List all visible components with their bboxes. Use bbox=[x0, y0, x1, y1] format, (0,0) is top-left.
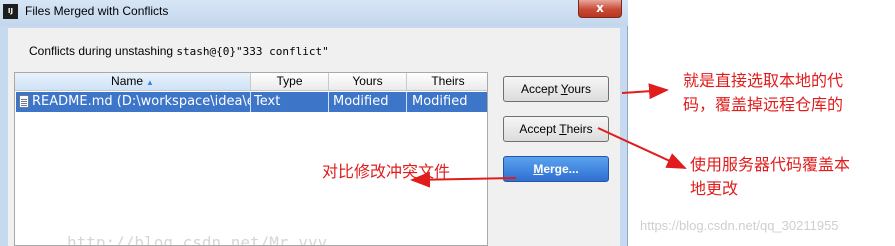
accept-theirs-note-line2: 地更改 bbox=[690, 179, 739, 198]
accept-yours-note-line2: 码，覆盖掉远程仓库的 bbox=[683, 95, 844, 114]
corner-watermark: https://blog.csdn.net/qq_30211955 bbox=[640, 218, 839, 233]
accept-yours-note-line1: 就是直接选取本地的代 bbox=[683, 71, 844, 90]
accept-theirs-note: 使用服务器代码覆盖本 地更改 bbox=[690, 153, 850, 201]
annotation-arrows bbox=[410, 83, 687, 188]
accept-yours-note: 就是直接选取本地的代 码，覆盖掉远程仓库的 bbox=[683, 69, 843, 117]
accept-theirs-note-line1: 使用服务器代码覆盖本 bbox=[690, 155, 851, 174]
merge-note: 对比修改冲突文件 bbox=[322, 162, 451, 181]
accept-yours-arrow bbox=[621, 83, 669, 100]
accept-theirs-arrow bbox=[597, 127, 687, 169]
